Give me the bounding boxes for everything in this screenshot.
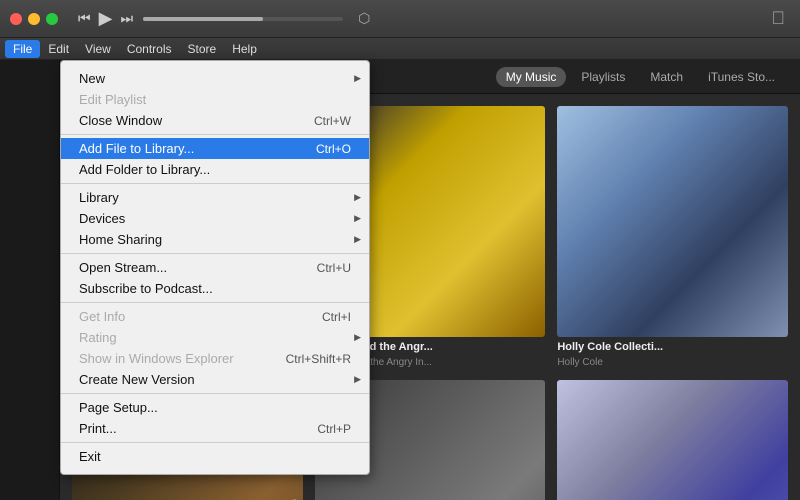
progress-bar[interactable] [143, 17, 343, 21]
menu-page-setup[interactable]: Page Setup... [61, 397, 369, 418]
menu-add-folder[interactable]: Add Folder to Library... [61, 159, 369, 180]
menu-file[interactable]: File [5, 40, 40, 58]
menu-library[interactable]: Library [61, 187, 369, 208]
forward-button[interactable]: ⏭ [120, 10, 133, 27]
apple-logo:  [772, 8, 786, 29]
menu-create-version[interactable]: Create New Version [61, 369, 369, 390]
title-bar: ⏮ ▶ ⏭ ⬡  [0, 0, 800, 38]
menu-view[interactable]: View [77, 40, 119, 58]
menu-section-6: Page Setup... Print... Ctrl+P [61, 394, 369, 443]
menu-rating: Rating [61, 327, 369, 348]
menu-section-7: Exit [61, 443, 369, 470]
transport-controls: ⏮ ▶ ⏭ [78, 8, 133, 29]
menu-edit-playlist: Edit Playlist [61, 89, 369, 110]
menu-edit[interactable]: Edit [40, 40, 77, 58]
dropdown-menu: New Edit Playlist Close Window Ctrl+W Ad… [60, 60, 370, 475]
album-artist: Holly Cole [557, 357, 788, 368]
menu-get-info: Get Info Ctrl+I [61, 306, 369, 327]
menu-section-1: New Edit Playlist Close Window Ctrl+W [61, 65, 369, 135]
sidebar [0, 60, 60, 500]
progress-fill [143, 17, 263, 21]
menu-devices[interactable]: Devices [61, 208, 369, 229]
menu-show-explorer: Show in Windows Explorer Ctrl+Shift+R [61, 348, 369, 369]
menu-help[interactable]: Help [224, 40, 265, 58]
rewind-button[interactable]: ⏮ [78, 10, 91, 27]
itunes-window: ⏮ ▶ ⏭ ⬡  File Edit View Controls Store … [0, 0, 800, 500]
menu-bar: File Edit View Controls Store Help [0, 38, 800, 60]
menu-controls[interactable]: Controls [119, 40, 180, 58]
window-controls [10, 13, 58, 25]
tab-my-music[interactable]: My Music [496, 67, 567, 87]
menu-subscribe-podcast[interactable]: Subscribe to Podcast... [61, 278, 369, 299]
menu-print[interactable]: Print... Ctrl+P [61, 418, 369, 439]
menu-section-2: Add File to Library... Ctrl+O Add Folder… [61, 135, 369, 184]
tab-match[interactable]: Match [640, 67, 693, 87]
maximize-button[interactable] [46, 13, 58, 25]
menu-exit[interactable]: Exit [61, 446, 369, 467]
album-item[interactable]: Holly Cole Collecti... Holly Cole [557, 106, 788, 368]
play-button[interactable]: ▶ [99, 8, 113, 29]
file-menu-dropdown: New Edit Playlist Close Window Ctrl+W Ad… [60, 60, 370, 475]
menu-close-window[interactable]: Close Window Ctrl+W [61, 110, 369, 131]
menu-new[interactable]: New [61, 68, 369, 89]
minimize-button[interactable] [28, 13, 40, 25]
menu-store[interactable]: Store [180, 40, 225, 58]
menu-home-sharing[interactable]: Home Sharing [61, 229, 369, 250]
menu-section-4: Open Stream... Ctrl+U Subscribe to Podca… [61, 254, 369, 303]
album-item[interactable]: Various Positions Leonard Cohen [557, 380, 788, 500]
menu-section-5: Get Info Ctrl+I Rating Show in Windows E… [61, 303, 369, 394]
tab-itunes-store[interactable]: iTunes Sto... [698, 67, 785, 87]
album-art [557, 380, 788, 500]
menu-section-3: Library Devices Home Sharing [61, 184, 369, 254]
tab-playlists[interactable]: Playlists [571, 67, 635, 87]
album-title: Holly Cole Collecti... [557, 341, 788, 353]
menu-add-file[interactable]: Add File to Library... Ctrl+O [61, 138, 369, 159]
menu-open-stream[interactable]: Open Stream... Ctrl+U [61, 257, 369, 278]
album-art [557, 106, 788, 337]
airplay-icon[interactable]: ⬡ [358, 10, 370, 27]
close-button[interactable] [10, 13, 22, 25]
